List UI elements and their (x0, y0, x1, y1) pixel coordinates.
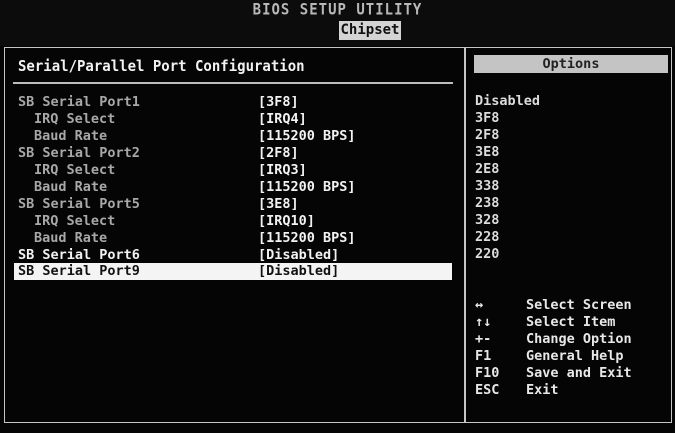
setting-row-irq-select-1[interactable]: IRQ Select [IRQ4] (14, 111, 452, 128)
help-save-and-exit: F10 Save and Exit (475, 365, 670, 382)
setting-label: SB Serial Port5 (18, 196, 140, 212)
panel-divider (464, 47, 466, 423)
setting-row-sb-serial-port1[interactable]: SB Serial Port1 [3F8] (14, 94, 452, 111)
setting-value[interactable]: [115200 BPS] (258, 128, 356, 145)
f10-key: F10 (475, 365, 500, 381)
option-item[interactable]: 2F8 (475, 127, 665, 144)
setting-value[interactable]: [Disabled] (258, 263, 339, 280)
setting-value[interactable]: [IRQ10] (258, 213, 315, 230)
option-item[interactable]: 228 (475, 229, 665, 246)
up-down-arrow-icon: ↑↓ (475, 314, 492, 330)
help-description: Select Screen (526, 297, 632, 313)
plus-minus-key: +- (475, 331, 492, 347)
option-item[interactable]: 3F8 (475, 110, 665, 127)
help-description: General Help (526, 348, 624, 364)
section-title: Serial/Parallel Port Configuration (18, 58, 305, 76)
setting-row-baud-rate-5[interactable]: Baud Rate [115200 BPS] (14, 230, 452, 247)
setting-row-baud-rate-2[interactable]: Baud Rate [115200 BPS] (14, 179, 452, 196)
option-item[interactable]: 3E8 (475, 144, 665, 161)
setting-row-irq-select-5[interactable]: IRQ Select [IRQ10] (14, 213, 452, 230)
setting-label: IRQ Select (34, 162, 116, 178)
setting-label: SB Serial Port9 (18, 263, 140, 279)
setting-row-irq-select-2[interactable]: IRQ Select [IRQ3] (14, 162, 452, 179)
help-description: Save and Exit (526, 365, 632, 381)
setting-label: SB Serial Port2 (18, 145, 140, 161)
options-header: Options (474, 55, 668, 73)
option-item[interactable]: 338 (475, 178, 665, 195)
setting-value[interactable]: [115200 BPS] (258, 230, 356, 247)
help-general-help: F1 General Help (475, 348, 670, 365)
setting-label: IRQ Select (34, 213, 116, 229)
setting-label: SB Serial Port6 (18, 247, 140, 263)
setting-label: IRQ Select (34, 111, 116, 127)
setting-value[interactable]: [IRQ3] (258, 162, 307, 179)
setting-label: Baud Rate (34, 230, 108, 246)
setting-value[interactable]: [IRQ4] (258, 111, 307, 128)
option-item[interactable]: 328 (475, 212, 665, 229)
setting-label: Baud Rate (34, 179, 108, 195)
option-item[interactable]: Disabled (475, 93, 665, 110)
setting-value[interactable]: [3F8] (258, 94, 299, 111)
tab-chipset[interactable]: Chipset (339, 21, 401, 40)
setting-value[interactable]: [Disabled] (258, 247, 339, 264)
section-divider (13, 82, 453, 84)
setting-row-baud-rate-1[interactable]: Baud Rate [115200 BPS] (14, 128, 452, 145)
help-description: Exit (526, 382, 559, 398)
setting-label: Baud Rate (34, 128, 108, 144)
setting-value[interactable]: [3E8] (258, 196, 299, 213)
f1-key: F1 (475, 348, 492, 364)
left-right-arrow-icon: ↔ (475, 297, 484, 313)
help-change-option: +- Change Option (475, 331, 670, 348)
setting-row-sb-serial-port6[interactable]: SB Serial Port6 [Disabled] (14, 247, 452, 264)
help-select-screen: ↔ Select Screen (475, 297, 670, 314)
setting-label: SB Serial Port1 (18, 94, 140, 110)
setting-row-sb-serial-port9[interactable]: SB Serial Port9 [Disabled] (14, 263, 452, 280)
setting-value[interactable]: [2F8] (258, 145, 299, 162)
setting-value[interactable]: [115200 BPS] (258, 179, 356, 196)
setting-row-sb-serial-port5[interactable]: SB Serial Port5 [3E8] (14, 196, 452, 213)
help-description: Select Item (526, 314, 616, 330)
help-exit: ESC Exit (475, 382, 670, 399)
setting-row-sb-serial-port2[interactable]: SB Serial Port2 [2F8] (14, 145, 452, 162)
title-bar: BIOS SETUP UTILITY Chipset (0, 0, 675, 46)
option-item[interactable]: 238 (475, 195, 665, 212)
app-title: BIOS SETUP UTILITY (252, 0, 423, 20)
help-select-item: ↑↓ Select Item (475, 314, 670, 331)
esc-key: ESC (475, 382, 500, 398)
option-item[interactable]: 220 (475, 246, 665, 263)
help-description: Change Option (526, 331, 632, 347)
option-item[interactable]: 2E8 (475, 161, 665, 178)
